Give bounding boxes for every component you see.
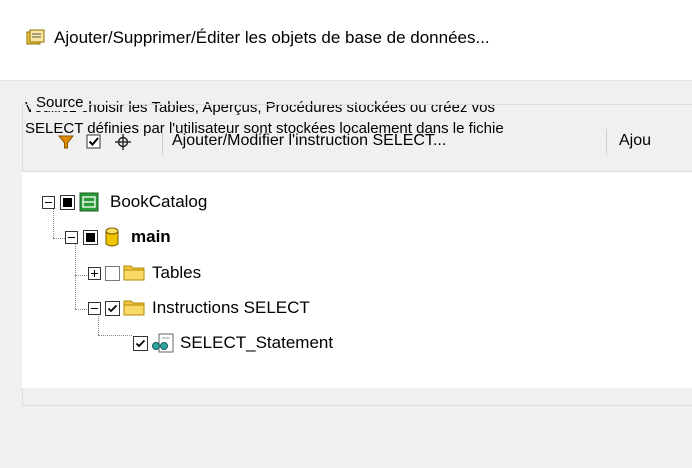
- tree-node-select-instructions[interactable]: Instructions SELECT: [88, 294, 388, 322]
- collapse-toggle[interactable]: [42, 196, 55, 209]
- tree-node-label: Tables: [152, 263, 202, 282]
- source-toolbar: Ajouter/Modifier l'instruction SELECT...…: [30, 123, 692, 161]
- add-button-truncated[interactable]: Ajou: [619, 132, 651, 150]
- tree-checkbox[interactable]: [105, 266, 120, 281]
- tree-connector: [53, 238, 65, 239]
- expand-toggle[interactable]: [88, 267, 101, 280]
- folder-icon: [123, 265, 145, 281]
- tree-checkbox[interactable]: [105, 301, 120, 316]
- crosshair-icon[interactable]: [114, 133, 132, 151]
- tree-checkbox[interactable]: [83, 230, 98, 245]
- collapse-toggle[interactable]: [65, 231, 78, 244]
- tree-node-label: Instructions SELECT: [152, 298, 310, 317]
- cylinder-icon: [105, 227, 119, 247]
- title-bar: Ajouter/Supprimer/Éditer les objets de b…: [0, 0, 692, 81]
- tree-checkbox[interactable]: [60, 195, 75, 210]
- tree-checkbox[interactable]: [133, 336, 148, 351]
- tree-node-select-statement[interactable]: SELECT_Statement: [133, 329, 433, 357]
- tree-connector: [75, 309, 87, 310]
- collapse-toggle[interactable]: [88, 302, 101, 315]
- toolbar-separator: [162, 129, 163, 155]
- filter-icon[interactable]: [57, 133, 75, 151]
- tree-connector: [75, 244, 76, 309]
- window-title: Ajouter/Supprimer/Éditer les objets de b…: [54, 28, 490, 47]
- database-objects-icon: [26, 29, 45, 45]
- tree-node-bookcatalog[interactable]: BookCatalog: [42, 188, 302, 216]
- tree-node-label: BookCatalog: [110, 192, 208, 211]
- tree-node-main[interactable]: main: [65, 223, 265, 251]
- tree-node-tables[interactable]: Tables: [88, 259, 288, 287]
- checkmark-icon[interactable]: [85, 133, 103, 151]
- tree-connector: [98, 335, 132, 336]
- toolbar-separator: [606, 129, 607, 155]
- source-group-label: Source: [31, 94, 89, 111]
- add-modify-select-button[interactable]: Ajouter/Modifier l'instruction SELECT...: [172, 132, 446, 150]
- tree-node-label: SELECT_Statement: [180, 333, 334, 352]
- folder-icon: [123, 300, 145, 316]
- dialog-window: Ajouter/Supprimer/Éditer les objets de b…: [0, 0, 692, 468]
- check-mark: [135, 339, 146, 348]
- select-statement-icon: [152, 333, 174, 353]
- tree-node-label: main: [131, 227, 171, 246]
- database-connection-icon: [79, 192, 99, 212]
- tree-connector: [75, 275, 87, 276]
- check-mark: [107, 304, 118, 313]
- source-tree: BookCatalog main Tables Instructions SEL…: [22, 171, 692, 388]
